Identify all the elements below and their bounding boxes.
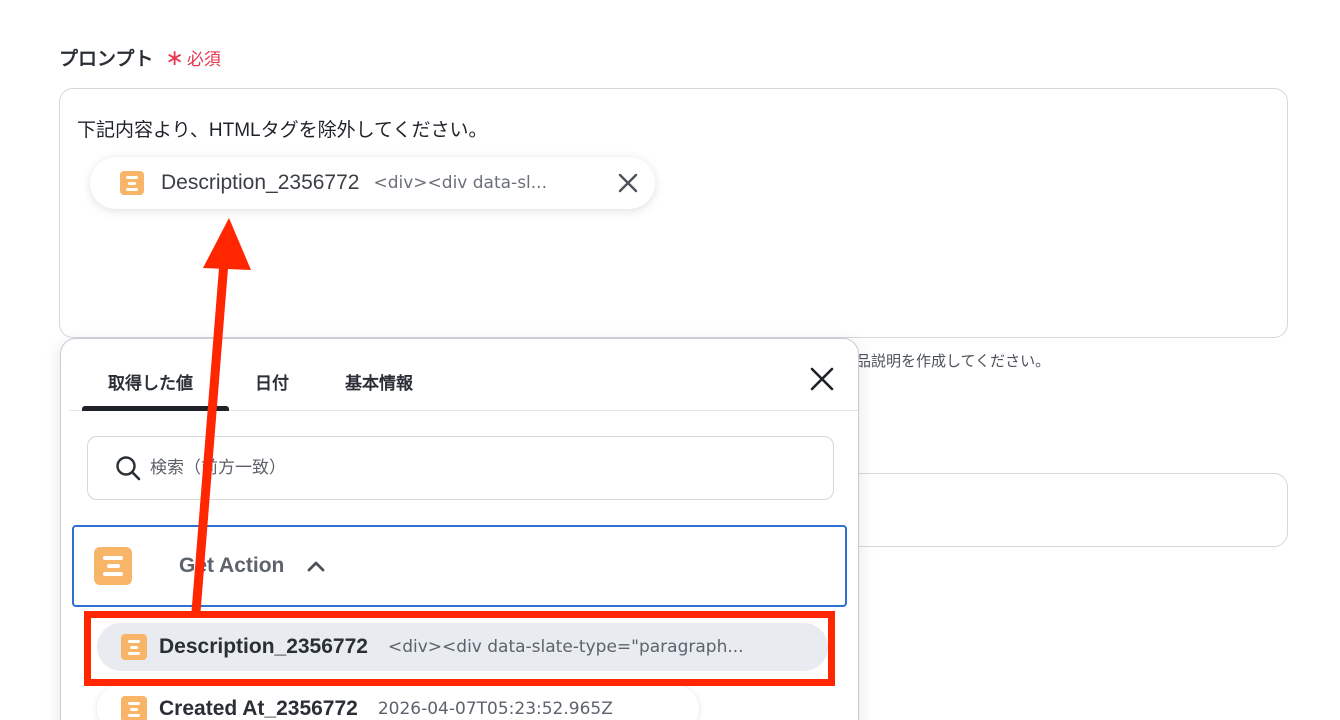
- search-icon: [116, 456, 141, 481]
- group-header-get-action[interactable]: Get Action: [72, 525, 847, 607]
- chip-name: Description_2356772: [161, 171, 360, 194]
- stack-lines-icon: [94, 547, 132, 585]
- required-badge: ∗ 必須: [165, 45, 220, 70]
- highlight-box: [84, 611, 835, 686]
- field-hint: 品説明を作成してください。: [856, 353, 1051, 370]
- tab-basic-info[interactable]: 基本情報: [345, 369, 413, 394]
- chevron-up-icon: [307, 561, 325, 572]
- required-text: 必須: [186, 50, 221, 69]
- required-star: ∗: [165, 44, 184, 70]
- stack-lines-icon: [120, 171, 144, 195]
- close-icon[interactable]: [808, 365, 836, 393]
- chip-value: <div><div data-sl...: [373, 173, 547, 193]
- item-name: Created At_2356772: [159, 697, 358, 720]
- tab-acquired-values[interactable]: 取得した値: [108, 369, 193, 394]
- item-value: 2026-04-07T05:23:52.965Z: [377, 699, 613, 719]
- tab-bar: 取得した値 日付 基本情報: [69, 339, 858, 411]
- search-input[interactable]: [150, 458, 750, 478]
- active-tab-indicator: [82, 406, 229, 411]
- close-icon[interactable]: [615, 170, 641, 196]
- search-field[interactable]: [87, 436, 834, 500]
- group-label: Get Action: [179, 554, 285, 577]
- variable-chip[interactable]: Description_2356772 <div><div data-sl...: [90, 157, 655, 209]
- prompt-field-label: プロンプト ∗ 必須: [59, 44, 221, 71]
- prompt-label-text: プロンプト: [59, 49, 154, 70]
- prompt-textarea[interactable]: 下記内容より、HTMLタグを除外してください。 Description_2356…: [59, 88, 1288, 338]
- tab-date[interactable]: 日付: [255, 369, 289, 394]
- prompt-text: 下記内容より、HTMLタグを除外してください。: [77, 120, 488, 141]
- list-item[interactable]: Created At_2356772 2026-04-07T05:23:52.9…: [97, 685, 699, 720]
- stack-lines-icon: [121, 696, 147, 720]
